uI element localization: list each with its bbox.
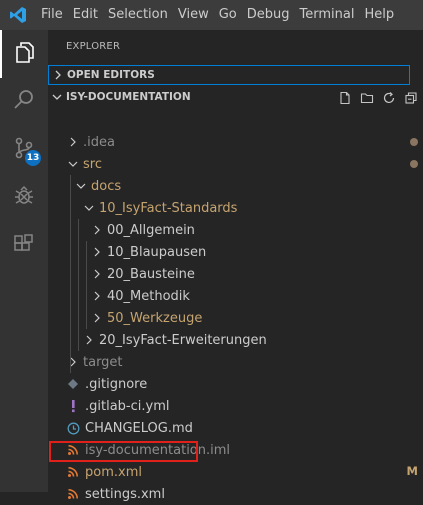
tree-item-label: .gitlab-ci.yml [85, 398, 170, 414]
refresh-icon[interactable] [381, 90, 397, 106]
source-control-activity[interactable]: 13 [0, 126, 48, 174]
search-activity[interactable] [0, 78, 48, 126]
tree-folder-row[interactable]: .idea [48, 131, 423, 153]
rss-icon [66, 461, 80, 483]
chevron-right-icon [90, 285, 104, 307]
menu-view[interactable]: View [173, 0, 214, 30]
chevron-down-icon [66, 153, 80, 175]
tree-item-label: 20_IsyFact-Erweiterungen [99, 332, 267, 348]
tree-folder-row[interactable]: 10_IsyFact-Standards [48, 197, 423, 219]
explorer-title: EXPLORER [66, 41, 121, 52]
menu-go[interactable]: Go [214, 0, 242, 30]
indent-guide [78, 219, 79, 351]
tree-folder-row[interactable]: docs [48, 175, 423, 197]
modified-dot-icon [410, 138, 418, 146]
tree-item-label: 20_Bausteine [107, 266, 195, 282]
tree-item-label: target [83, 354, 123, 370]
menu-debug[interactable]: Debug [242, 0, 295, 30]
tree-item-label: 50_Werkzeuge [107, 310, 203, 326]
menu-file[interactable]: File [36, 0, 68, 30]
menu-selection[interactable]: Selection [103, 0, 173, 30]
chevron-right-icon [49, 70, 67, 80]
chevron-down-icon [82, 197, 96, 219]
debug-icon [12, 184, 36, 212]
tree-file-row[interactable]: CHANGELOG.md [48, 417, 423, 439]
indent-guide [86, 241, 87, 329]
highlight-annotation [49, 441, 198, 462]
tree-folder-row[interactable]: 20_IsyFact-Erweiterungen [48, 329, 423, 351]
tree-folder-row[interactable]: 00_Allgemein [48, 219, 423, 241]
tree-folder-row[interactable]: 10_Blaupausen [48, 241, 423, 263]
chevron-right-icon [82, 329, 96, 351]
tree-file-row[interactable]: settings.xml [48, 483, 423, 505]
menu-terminal[interactable]: Terminal [295, 0, 360, 30]
tree-file-row[interactable]: .gitignore [48, 373, 423, 395]
rss-icon [66, 483, 80, 505]
tree-file-row[interactable]: .gitlab-ci.yml [48, 395, 423, 417]
tree-folder-row[interactable]: target [48, 351, 423, 373]
tree-folder-row[interactable]: 20_Bausteine [48, 263, 423, 285]
tree-file-row[interactable]: pom.xml M [48, 461, 423, 483]
tree-item-label: .idea [83, 134, 115, 150]
project-actions [337, 87, 419, 109]
modified-dot-icon [410, 160, 418, 168]
chevron-right-icon [90, 263, 104, 285]
explorer-activity[interactable] [0, 30, 48, 78]
git-icon [66, 373, 80, 395]
tree-item-label: 40_Methodik [107, 288, 190, 304]
chevron-right-icon [90, 219, 104, 241]
source-control-badge: 13 [25, 150, 41, 166]
indent-guide [70, 175, 71, 373]
extensions-activity[interactable] [0, 222, 48, 270]
new-file-icon[interactable] [337, 90, 353, 106]
menu-bar: File Edit Selection View Go Debug Terminal Help [36, 0, 399, 30]
markdown-icon [66, 417, 80, 439]
git-status-badge: M [406, 464, 418, 478]
chevron-down-icon [74, 175, 88, 197]
activity-bar: 13 [0, 30, 48, 492]
chevron-right-icon [66, 351, 80, 373]
extensions-icon [12, 232, 36, 260]
collapse-all-icon[interactable] [403, 90, 419, 106]
files-icon [13, 40, 37, 68]
tree-folder-row[interactable]: 40_Methodik [48, 285, 423, 307]
project-header[interactable]: ISY-DOCUMENTATION [48, 87, 423, 107]
tree-item-label: .gitignore [85, 376, 148, 392]
title-bar: File Edit Selection View Go Debug Terminal Help [0, 0, 423, 30]
chevron-right-icon [66, 131, 80, 153]
tree-folder-row[interactable]: src [48, 153, 423, 175]
vscode-logo-icon [0, 0, 36, 30]
tree-item-label: pom.xml [85, 464, 142, 480]
tree-item-label: 10_Blaupausen [107, 244, 207, 260]
tree-folder-row[interactable]: 50_Werkzeuge [48, 307, 423, 329]
project-label: ISY-DOCUMENTATION [66, 91, 191, 103]
explorer-sidebar: EXPLORER OPEN EDITORS ISY-DOCUMENTATION [48, 30, 423, 502]
tree-item-label: docs [91, 178, 122, 194]
chevron-right-icon [90, 307, 104, 329]
tree-item-label: settings.xml [85, 486, 165, 502]
new-folder-icon[interactable] [359, 90, 375, 106]
tree-item-label: 10_IsyFact-Standards [99, 200, 238, 216]
tree-item-label: 00_Allgemein [107, 222, 195, 238]
tree-item-label: CHANGELOG.md [85, 420, 193, 436]
open-editors-header[interactable]: OPEN EDITORS [48, 65, 410, 85]
chevron-right-icon [90, 241, 104, 263]
yaml-icon [66, 395, 80, 417]
tree-item-label: src [83, 156, 102, 172]
open-editors-label: OPEN EDITORS [67, 69, 155, 81]
menu-help[interactable]: Help [359, 0, 399, 30]
menu-edit[interactable]: Edit [68, 0, 103, 30]
chevron-down-icon [48, 92, 66, 102]
debug-activity[interactable] [0, 174, 48, 222]
search-icon [12, 88, 36, 116]
